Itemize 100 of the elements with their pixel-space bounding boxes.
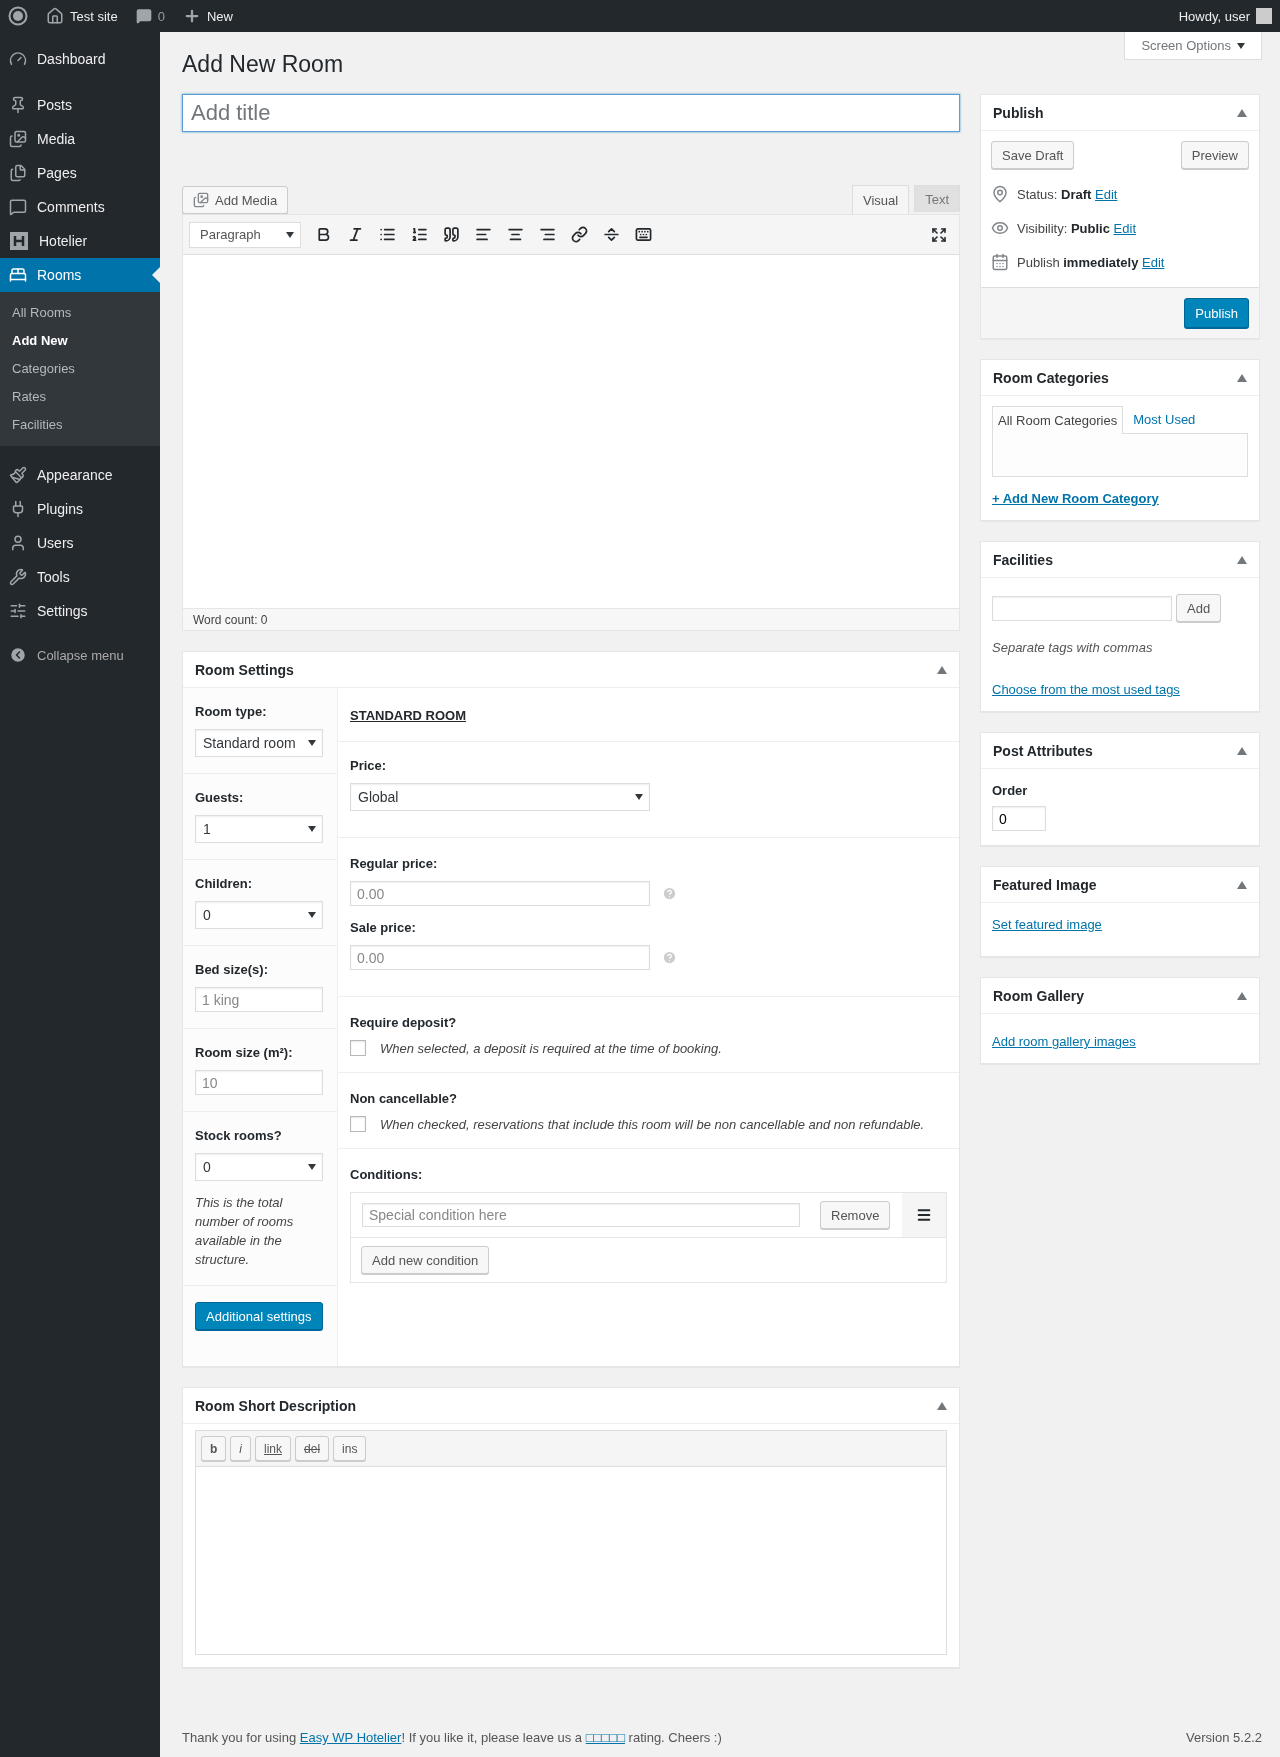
field-label: Non cancellable?	[350, 1091, 458, 1106]
field-label: Require deposit?	[350, 1015, 458, 1030]
link-icon[interactable]	[570, 226, 588, 243]
select-field[interactable]: 0	[195, 901, 323, 929]
align-left-icon[interactable]	[474, 226, 492, 243]
read-more-icon[interactable]	[602, 226, 620, 243]
numbered-list-icon[interactable]	[410, 226, 428, 243]
greeting-link[interactable]: Howdy, user	[1178, 8, 1250, 24]
sidebar-item[interactable]: Hotelier	[0, 224, 160, 258]
logo-icon[interactable]	[8, 6, 28, 26]
sidebar-item[interactable]: Appearance	[0, 458, 160, 492]
checkbox[interactable]	[350, 1116, 366, 1132]
submenu-item[interactable]: Categories	[0, 355, 160, 383]
add-media-button[interactable]: Add Media	[182, 186, 289, 214]
sidebar-item[interactable]: Dashboard	[0, 42, 160, 76]
sidebar-item[interactable]: Pages	[0, 156, 160, 190]
align-right-icon[interactable]	[538, 226, 556, 243]
title-field[interactable]: Add title	[182, 94, 960, 132]
quote-icon[interactable]	[442, 226, 460, 243]
format-dropdown[interactable]: Paragraph	[189, 221, 301, 248]
category-tab[interactable]: All Room Categories	[992, 406, 1124, 434]
editor-tab[interactable]: Visual	[851, 185, 910, 215]
screen-options-button[interactable]: Screen Options	[1124, 32, 1262, 60]
gallery-link[interactable]: Add room gallery images	[992, 1034, 1136, 1049]
additional-settings-button[interactable]: Additional settings	[195, 1302, 323, 1330]
select-field[interactable]: 1	[195, 815, 323, 843]
collapse-arrow-icon[interactable]	[1237, 108, 1247, 117]
collapse-arrow-icon[interactable]	[1237, 373, 1247, 382]
publish-info: Visibility: Public Edit	[1017, 220, 1136, 236]
order-field[interactable]: 0	[992, 806, 1046, 831]
collapse-arrow-icon[interactable]	[937, 1401, 947, 1410]
format-button[interactable]: ins	[333, 1436, 367, 1461]
checkbox[interactable]	[350, 1040, 366, 1056]
sidebar-item[interactable]: Comments	[0, 190, 160, 224]
option-description: When checked, reservations that include this room will be non cancellable and non refundable.	[380, 1116, 925, 1132]
panel-title: Post Attributes	[993, 742, 1093, 759]
format-button[interactable]: b	[201, 1436, 227, 1461]
format-button[interactable]: link	[255, 1436, 292, 1461]
submenu-item[interactable]: All Rooms	[0, 299, 160, 327]
add-button[interactable]: Add	[1176, 594, 1222, 622]
editor-tab[interactable]: Text	[914, 185, 960, 212]
edit-link[interactable]: Edit	[1095, 186, 1118, 202]
sidebar-item[interactable]: Settings	[0, 594, 160, 628]
submenu-item[interactable]: Rates	[0, 383, 160, 411]
category-tab[interactable]: Most Used	[1123, 406, 1201, 433]
remove-button[interactable]: Remove	[820, 1201, 891, 1229]
drag-handle[interactable]	[902, 1193, 946, 1237]
publish-info: Status: Draft Edit	[1017, 186, 1118, 202]
collapse-menu-button[interactable]: Collapse menu	[0, 638, 160, 672]
format-button[interactable]: i	[230, 1436, 251, 1461]
collapse-arrow-icon[interactable]	[1237, 746, 1247, 755]
select-field[interactable]: Standard room	[195, 729, 323, 757]
edit-link[interactable]: Edit	[1142, 254, 1165, 270]
input-field[interactable]: 0.00	[350, 881, 650, 906]
bulleted-list-icon[interactable]	[378, 226, 396, 243]
add-condition-button[interactable]: Add new condition	[361, 1246, 490, 1274]
condition-field[interactable]: Special condition here	[362, 1203, 800, 1227]
sidebar-item[interactable]: Media	[0, 122, 160, 156]
wrench-icon	[9, 568, 27, 586]
eye-icon	[991, 219, 1009, 237]
select-field[interactable]: 0	[195, 1153, 323, 1181]
field-label: Room size (m²):	[195, 1045, 294, 1060]
field-note: This is the total number of rooms available in the structure.	[195, 1194, 295, 1269]
sidebar-item[interactable]: Rooms	[0, 258, 160, 292]
keyboard-icon[interactable]	[634, 226, 652, 243]
save-draft-button[interactable]: Save Draft	[991, 141, 1075, 169]
format-button[interactable]: del	[295, 1436, 330, 1461]
align-center-icon[interactable]	[506, 226, 524, 243]
featured-image-link[interactable]: Set featured image	[992, 917, 1102, 932]
comment-count: 0	[157, 8, 165, 24]
site-name-link[interactable]: Test site	[70, 8, 118, 24]
tag-field[interactable]	[992, 595, 1172, 621]
comment-icon[interactable]	[135, 8, 152, 24]
edit-link[interactable]: Edit	[1113, 220, 1136, 236]
collapse-arrow-icon[interactable]	[1237, 991, 1247, 1000]
caret-icon	[308, 826, 316, 832]
field-label: Children:	[195, 876, 254, 891]
home-icon[interactable]	[46, 7, 64, 25]
collapse-arrow-icon[interactable]	[1237, 880, 1247, 889]
input-field[interactable]: 10	[195, 1070, 323, 1095]
fullscreen-icon[interactable]	[931, 226, 947, 243]
sidebar-item[interactable]: Users	[0, 526, 160, 560]
collapse-arrow-icon[interactable]	[937, 665, 947, 674]
collapse-arrow-icon[interactable]	[1237, 555, 1247, 564]
bed-icon	[9, 266, 27, 284]
input-field[interactable]: 0.00	[350, 945, 650, 970]
add-category-link[interactable]: + Add New Room Category	[992, 491, 1159, 506]
field-label: Price:	[350, 758, 388, 773]
sidebar-item[interactable]: Plugins	[0, 492, 160, 526]
select-field[interactable]: Global	[350, 783, 650, 811]
tags-link[interactable]: Choose from the most used tags	[992, 682, 1180, 697]
publish-button[interactable]: Publish	[1184, 298, 1249, 328]
input-field[interactable]: 1 king	[195, 987, 323, 1012]
new-link[interactable]: New	[206, 8, 233, 24]
submenu-item[interactable]: Facilities	[0, 411, 160, 439]
sidebar-item[interactable]: Posts	[0, 88, 160, 122]
submenu-item[interactable]: Add New	[0, 327, 160, 355]
sidebar-item[interactable]: Tools	[0, 560, 160, 594]
rating-link[interactable]: □□□□□	[585, 1730, 625, 1745]
preview-button[interactable]: Preview	[1180, 141, 1249, 169]
